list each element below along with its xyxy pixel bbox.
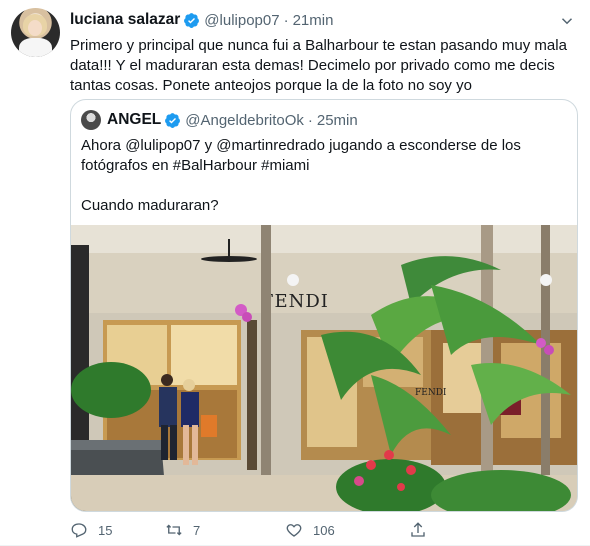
share-icon [411, 522, 425, 537]
quoted-photo[interactable]: FENDI FENDI [71, 225, 577, 511]
svg-text:FENDI: FENDI [415, 388, 447, 398]
reply-button[interactable]: 15 [70, 521, 165, 539]
quoted-author-handle: @AngeldebritoOk [185, 111, 304, 129]
tweet-header: luciana salazar @lulipop07 · 21min [70, 10, 333, 30]
reply-count: 15 [98, 522, 113, 538]
chevron-down-icon[interactable] [558, 12, 576, 30]
separator-dot: · [283, 11, 289, 29]
reply-icon [71, 523, 87, 538]
author-handle[interactable]: @lulipop07 [204, 12, 279, 29]
photo-store-sign: FENDI [261, 291, 329, 312]
tweet-actions: 15 7 106 [70, 520, 578, 540]
share-button[interactable] [409, 521, 439, 539]
quoted-author-avatar [81, 110, 101, 130]
author-avatar[interactable] [11, 8, 60, 57]
quoted-author-name: ANGEL [107, 111, 162, 128]
quoted-text-line: Cuando maduraran? [81, 197, 219, 214]
retweet-count: 7 [193, 522, 201, 538]
retweet-icon [166, 524, 182, 536]
retweet-button[interactable]: 7 [165, 521, 275, 539]
quoted-text-line: Ahora @lulipop07 y @martinredrado jugand… [81, 137, 521, 174]
quoted-tweet[interactable]: ANGEL @AngeldebritoOk · 25min Ahora @lul… [70, 99, 578, 512]
quoted-time: 25min [316, 111, 358, 129]
quoted-header: ANGEL @AngeldebritoOk · 25min [81, 110, 358, 130]
like-button[interactable]: 106 [285, 521, 397, 539]
tweet[interactable]: luciana salazar @lulipop07 · 21min Prime… [0, 0, 590, 546]
verified-badge-icon [184, 12, 200, 28]
verified-badge-icon [165, 112, 181, 128]
author-name[interactable]: luciana salazar [70, 11, 180, 29]
like-count: 106 [313, 522, 335, 538]
separator-dot: · [307, 111, 313, 129]
tweet-time[interactable]: 21min [293, 12, 334, 29]
quoted-text: Ahora @lulipop07 y @martinredrado jugand… [81, 136, 571, 216]
tweet-text: Primero y principal que nunca fui a Balh… [70, 37, 567, 94]
heart-icon [286, 524, 302, 537]
